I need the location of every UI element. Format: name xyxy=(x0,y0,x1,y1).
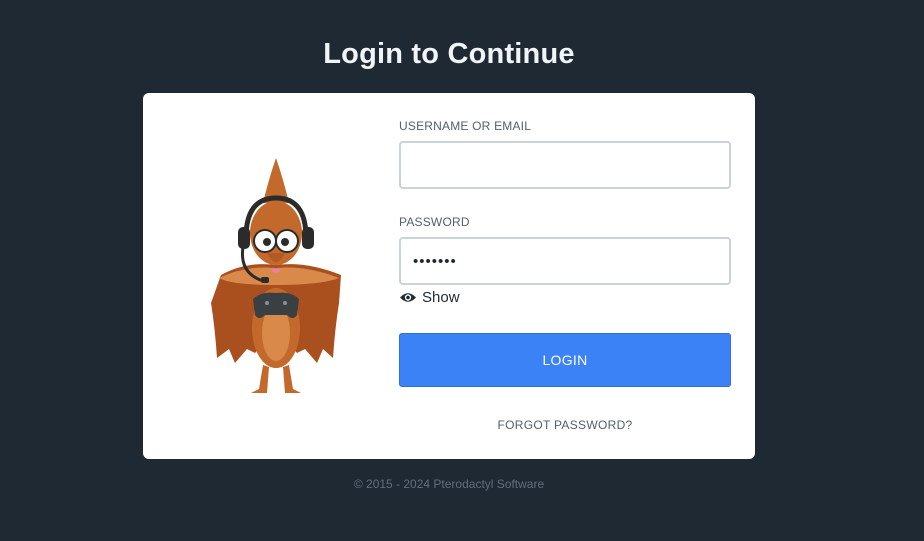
login-button[interactable]: LOGIN xyxy=(399,333,731,387)
eye-icon xyxy=(400,292,416,302)
password-input[interactable] xyxy=(399,237,731,285)
pterodactyl-mascot-image xyxy=(211,158,341,393)
username-input[interactable] xyxy=(399,141,731,189)
footer-copyright: © 2015 - 2024 Pterodactyl Software xyxy=(353,477,545,491)
password-label: PASSWORD xyxy=(399,215,470,229)
username-label: USERNAME OR EMAIL xyxy=(399,119,532,133)
login-page: Login to Continue USERNAME OR EMAIL PASS… xyxy=(0,0,924,541)
forgot-password-link[interactable]: FORGOT PASSWORD? xyxy=(399,418,731,432)
page-title: Login to Continue xyxy=(323,38,575,70)
show-password-label: Show xyxy=(422,288,460,306)
show-password-toggle[interactable]: Show xyxy=(399,288,460,306)
login-card: USERNAME OR EMAIL PASSWORD Show LOGIN FO… xyxy=(143,93,755,459)
